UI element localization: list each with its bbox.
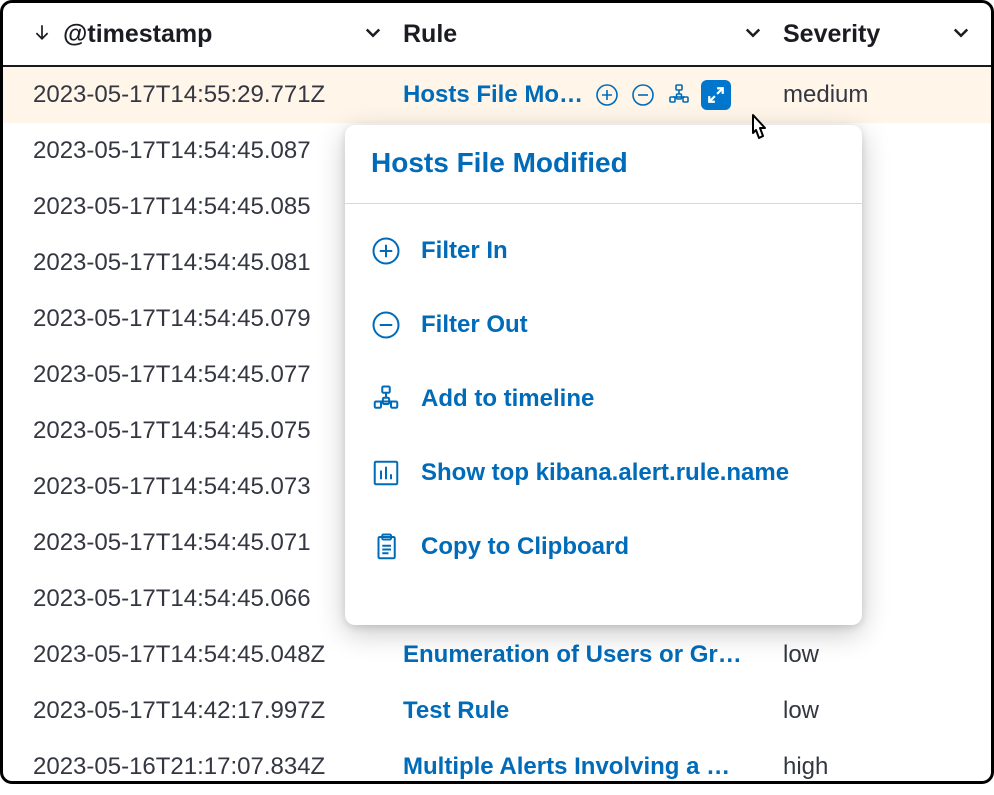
popover-item-label: Add to timeline <box>421 385 594 413</box>
rule-link[interactable]: Hosts File Mo… <box>403 81 583 109</box>
table-row[interactable]: 2023-05-17T14:54:45.048ZEnumeration of U… <box>3 627 991 683</box>
popover-item-plus-circle[interactable]: Filter In <box>345 214 862 288</box>
expand-icon[interactable] <box>701 80 731 110</box>
rule-cell: Test Rule <box>403 697 783 725</box>
popover-title: Hosts File Modified <box>345 125 862 204</box>
popover-item-label: Filter In <box>421 237 508 265</box>
table-row[interactable]: 2023-05-16T21:17:07.834ZMultiple Alerts … <box>3 739 991 795</box>
inline-cell-actions <box>593 80 731 110</box>
rule-link[interactable]: Test Rule <box>403 697 509 725</box>
column-label: Severity <box>783 20 880 49</box>
timestamp-cell: 2023-05-16T21:17:07.834Z <box>33 753 403 781</box>
rule-cell: Enumeration of Users or Gr… <box>403 641 783 669</box>
severity-cell: high <box>783 753 971 781</box>
chevron-down-icon[interactable] <box>743 22 763 47</box>
column-header-timestamp[interactable]: @timestamp <box>33 20 403 49</box>
timestamp-cell: 2023-05-17T14:42:17.997Z <box>33 697 403 725</box>
rule-cell: Hosts File Mo… <box>403 80 783 110</box>
table-row[interactable]: 2023-05-17T14:42:17.997ZTest Rule low <box>3 683 991 739</box>
table-row[interactable]: 2023-05-17T14:55:29.771ZHosts File Mo… me… <box>3 67 991 123</box>
popover-item-timeline[interactable]: Add to timeline <box>345 362 862 436</box>
filter-out-icon[interactable] <box>629 81 657 109</box>
severity-cell: medium <box>783 81 971 109</box>
rule-link[interactable]: Enumeration of Users or Gr… <box>403 641 742 669</box>
popover-item-label: Show top kibana.alert.rule.name <box>421 459 789 487</box>
chevron-down-icon[interactable] <box>363 22 383 47</box>
sort-desc-icon <box>33 23 51 46</box>
clipboard-icon <box>371 532 401 562</box>
column-label: @timestamp <box>63 20 212 49</box>
timestamp-cell: 2023-05-17T14:54:45.048Z <box>33 641 403 669</box>
chevron-down-icon[interactable] <box>951 22 971 47</box>
column-header-severity[interactable]: Severity <box>783 20 971 49</box>
filter-in-icon[interactable] <box>593 81 621 109</box>
minus-circle-icon <box>371 310 401 340</box>
cell-actions-popover: Hosts File Modified Filter In Filter Out A… <box>345 125 862 625</box>
popover-item-clipboard[interactable]: Copy to Clipboard <box>345 510 862 584</box>
column-label: Rule <box>403 20 457 49</box>
rule-cell: Multiple Alerts Involving a … <box>403 753 783 781</box>
popover-item-minus-circle[interactable]: Filter Out <box>345 288 862 362</box>
bar-chart-icon <box>371 458 401 488</box>
popover-item-bar-chart[interactable]: Show top kibana.alert.rule.name <box>345 436 862 510</box>
popover-item-label: Filter Out <box>421 311 528 339</box>
timeline-icon[interactable] <box>665 81 693 109</box>
column-header-rule[interactable]: Rule <box>403 20 783 49</box>
severity-cell: low <box>783 641 971 669</box>
plus-circle-icon <box>371 236 401 266</box>
severity-cell: low <box>783 697 971 725</box>
popover-item-label: Copy to Clipboard <box>421 533 629 561</box>
table-header-row: @timestamp Rule Severity <box>3 3 991 67</box>
rule-link[interactable]: Multiple Alerts Involving a … <box>403 753 730 781</box>
timeline-icon <box>371 384 401 414</box>
timestamp-cell: 2023-05-17T14:55:29.771Z <box>33 81 403 109</box>
